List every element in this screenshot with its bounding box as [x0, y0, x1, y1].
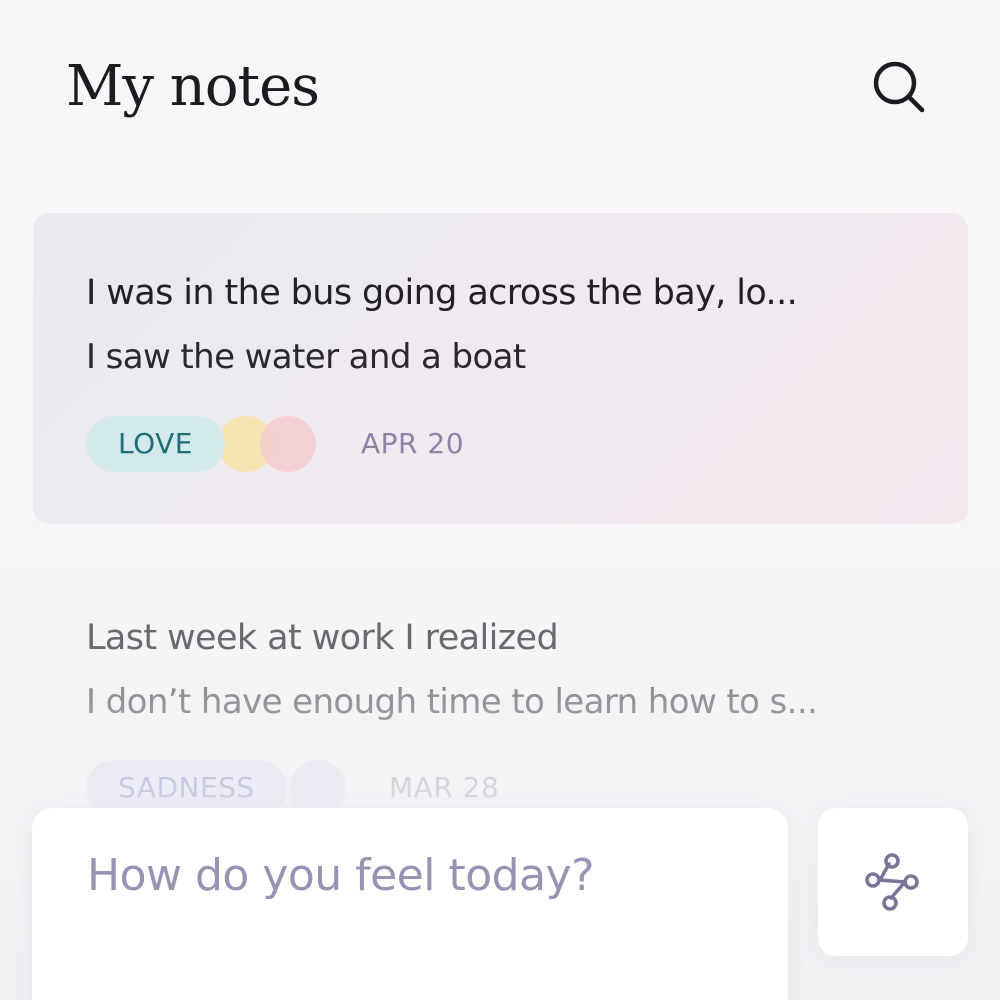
page-title: My notes	[66, 54, 320, 119]
note-preview: I don’t have enough time to learn how to…	[86, 682, 818, 722]
mood-input[interactable]: How do you feel today?	[32, 808, 788, 1000]
note-title: I was in the bus going across the bay, l…	[86, 273, 798, 313]
note-card[interactable]: I was in the bus going across the bay, l…	[33, 213, 968, 524]
header: My notes	[66, 50, 934, 130]
emotion-tag: LOVE	[86, 416, 225, 472]
search-button[interactable]	[864, 50, 934, 126]
note-date: APR 20	[361, 427, 465, 460]
note-title: Last week at work I realized	[86, 618, 559, 658]
notes-screen: My notes I was in the bus going across t…	[0, 0, 1000, 1000]
connections-graph-icon	[865, 853, 919, 911]
note-card[interactable]: Last week at work I realized I don’t hav…	[33, 560, 968, 820]
emotion-dot	[260, 416, 316, 472]
connections-button[interactable]	[818, 808, 968, 956]
mood-input-placeholder: How do you feel today?	[87, 850, 594, 901]
note-preview: I saw the water and a boat	[86, 337, 526, 377]
search-icon	[873, 61, 925, 113]
